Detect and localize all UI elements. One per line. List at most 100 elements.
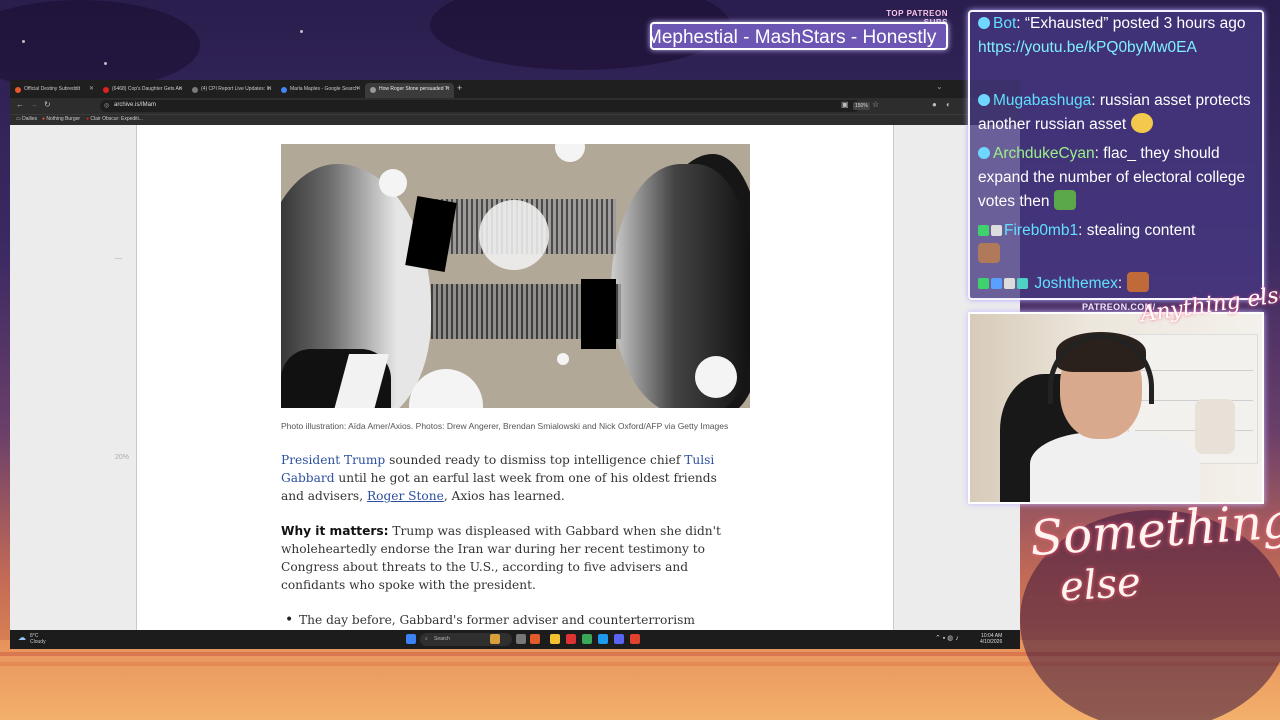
bookmark-label: Nothing Burger xyxy=(46,116,81,122)
steam-icon[interactable] xyxy=(598,634,608,644)
kick-badge-icon xyxy=(978,278,989,289)
app-icon[interactable] xyxy=(530,634,540,644)
address-bar[interactable]: ◎ archive.is/IMam xyxy=(100,100,860,112)
webcam-feed xyxy=(968,312,1264,504)
app-icon[interactable] xyxy=(582,634,592,644)
reddit-icon xyxy=(15,87,21,93)
circle xyxy=(379,169,407,197)
bookmark-dailies[interactable]: ▭ Dailies xyxy=(16,116,37,122)
clock-date: 4/10/2026 xyxy=(980,639,1003,645)
new-tab-icon[interactable]: + xyxy=(457,83,462,93)
tab-roger-stone-article[interactable]: How Roger Stone persuaded Tr ✕ xyxy=(365,83,454,98)
brand-logo: Something else xyxy=(1028,493,1280,635)
tab-label: Marla Maples - Google Search xyxy=(290,86,358,92)
bookmark-star-icon[interactable]: ☆ xyxy=(872,100,879,109)
news-icon xyxy=(192,87,198,93)
close-icon[interactable]: ✕ xyxy=(445,85,450,92)
paragraph: President Trump sounded ready to dismiss… xyxy=(281,451,741,505)
tab-destiny-subreddit[interactable]: Official Destiny Subreddit ✕ xyxy=(10,83,98,98)
bookmark-clair-obscur[interactable]: ● Clair Obscur: Expediti... xyxy=(86,116,143,122)
tab-youtube-video[interactable]: (6468) Cop's Daughter Gets An ✕ xyxy=(98,83,187,98)
discord-icon[interactable] xyxy=(614,634,624,644)
top-patreon-ticker-text: Mephestial - MashStars - Honestly xyxy=(650,27,937,48)
weather-desc: Cloudy xyxy=(30,639,46,645)
chat-username: Joshthemex xyxy=(1034,275,1118,292)
forward-icon[interactable]: → xyxy=(30,100,38,109)
app-icon[interactable] xyxy=(566,634,576,644)
extension-icon[interactable]: ● xyxy=(932,100,937,109)
tab-label: How Roger Stone persuaded Tr xyxy=(379,86,450,92)
drawer xyxy=(1135,345,1253,371)
star xyxy=(300,30,303,33)
bookmark-nothing-burger[interactable]: ● Nothing Burger xyxy=(42,116,80,122)
zoom-level[interactable]: 150% xyxy=(853,102,870,110)
badge-icon xyxy=(1017,278,1028,289)
bookmark-label: Dailies xyxy=(22,116,38,122)
system-clock[interactable]: 10:04 AM 4/10/2026 xyxy=(980,633,1002,645)
reader-icon[interactable]: ▣ xyxy=(841,100,849,109)
tab-label: (4) CPI Report Live Updates: In xyxy=(201,86,271,92)
tray-icons[interactable]: ⌃ ▪ ◍ ♪ xyxy=(935,634,959,642)
emote-icon xyxy=(1130,113,1153,133)
profile-icon[interactable]: ◐ xyxy=(946,100,951,109)
bot-badge-icon xyxy=(978,17,990,29)
text: , Axios has learned. xyxy=(443,489,565,503)
bookmarks-bar: ▭ Dailies ● Nothing Burger ● Clair Obscu… xyxy=(10,114,1020,125)
chat-message: Bot: “Exhausted” posted 3 hours ago http… xyxy=(978,12,1260,60)
search-icon: ⌕ xyxy=(425,636,428,642)
weather-widget[interactable]: ☁ 8°C Cloudy xyxy=(18,633,46,645)
circle xyxy=(479,200,549,270)
pepe-emote-icon xyxy=(1053,190,1076,210)
tab-google-search[interactable]: Marla Maples - Google Search ✕ xyxy=(276,83,365,98)
chat-username: ArchdukeCyan xyxy=(993,145,1095,162)
badge-icon xyxy=(991,278,1002,289)
chat-link[interactable]: https://youtu.be/kPQ0byMw0EA xyxy=(978,39,1197,56)
top-patreon-ticker: Mephestial - MashStars - Honestly xyxy=(650,22,948,50)
person-shirt xyxy=(1030,432,1200,502)
task-view-icon[interactable] xyxy=(516,634,526,644)
badge-icon xyxy=(991,225,1002,236)
close-icon[interactable]: ✕ xyxy=(356,85,361,92)
game-icon[interactable] xyxy=(490,634,500,644)
chat-message: Mugabashuga: russian asset protects anot… xyxy=(978,89,1260,137)
link-president-trump[interactable]: President Trump xyxy=(281,453,385,467)
cloud-icon: ☁ xyxy=(18,633,26,642)
circle xyxy=(695,356,737,398)
tab-bar: Official Destiny Subreddit ✕ (6468) Cop'… xyxy=(10,80,1020,98)
chevron-down-icon[interactable]: ⌄ xyxy=(936,82,943,91)
chat-message: Fireb0mb1: stealing content xyxy=(978,219,1260,267)
close-icon[interactable]: ✕ xyxy=(89,85,94,92)
hero-photo-illustration xyxy=(281,144,750,408)
star xyxy=(22,40,25,43)
brand-line-2: else xyxy=(1058,559,1143,611)
star xyxy=(104,62,107,65)
address-bar-text: archive.is/IMam xyxy=(114,102,157,108)
chat-text: : xyxy=(1117,275,1123,292)
text: sounded ready to dismiss top intelligenc… xyxy=(385,453,685,467)
tab-label: Official Destiny Subreddit xyxy=(24,86,81,92)
close-icon[interactable]: ✕ xyxy=(178,85,183,92)
file-explorer-icon[interactable] xyxy=(550,634,560,644)
archive-icon xyxy=(370,87,376,93)
google-icon xyxy=(281,87,287,93)
bullet-item: The day before, Gabbard's former adviser… xyxy=(281,611,741,630)
back-icon[interactable]: ← xyxy=(16,100,24,109)
side-marker: 20% xyxy=(115,454,130,461)
chat-username: Bot xyxy=(993,15,1017,32)
close-icon[interactable]: ✕ xyxy=(267,85,272,92)
circle xyxy=(557,353,569,365)
youtube-icon xyxy=(103,87,109,93)
browser-window: Official Destiny Subreddit ✕ (6468) Cop'… xyxy=(10,80,1020,630)
start-icon[interactable] xyxy=(406,634,416,644)
link-roger-stone[interactable]: Roger Stone xyxy=(367,489,444,503)
badge-icon xyxy=(978,94,990,106)
black-shape xyxy=(405,196,457,272)
reload-icon[interactable]: ↻ xyxy=(44,100,51,109)
side-marker: — xyxy=(115,255,122,262)
chrome-icon[interactable] xyxy=(630,634,640,644)
tab-cpi-report[interactable]: (4) CPI Report Live Updates: In ✕ xyxy=(187,83,276,98)
article-page: Photo illustration: Aïda Amer/Axios. Pho… xyxy=(136,125,894,630)
badge-icon xyxy=(978,147,990,159)
black-shape xyxy=(581,279,616,349)
site-info-icon[interactable]: ◎ xyxy=(104,102,109,109)
